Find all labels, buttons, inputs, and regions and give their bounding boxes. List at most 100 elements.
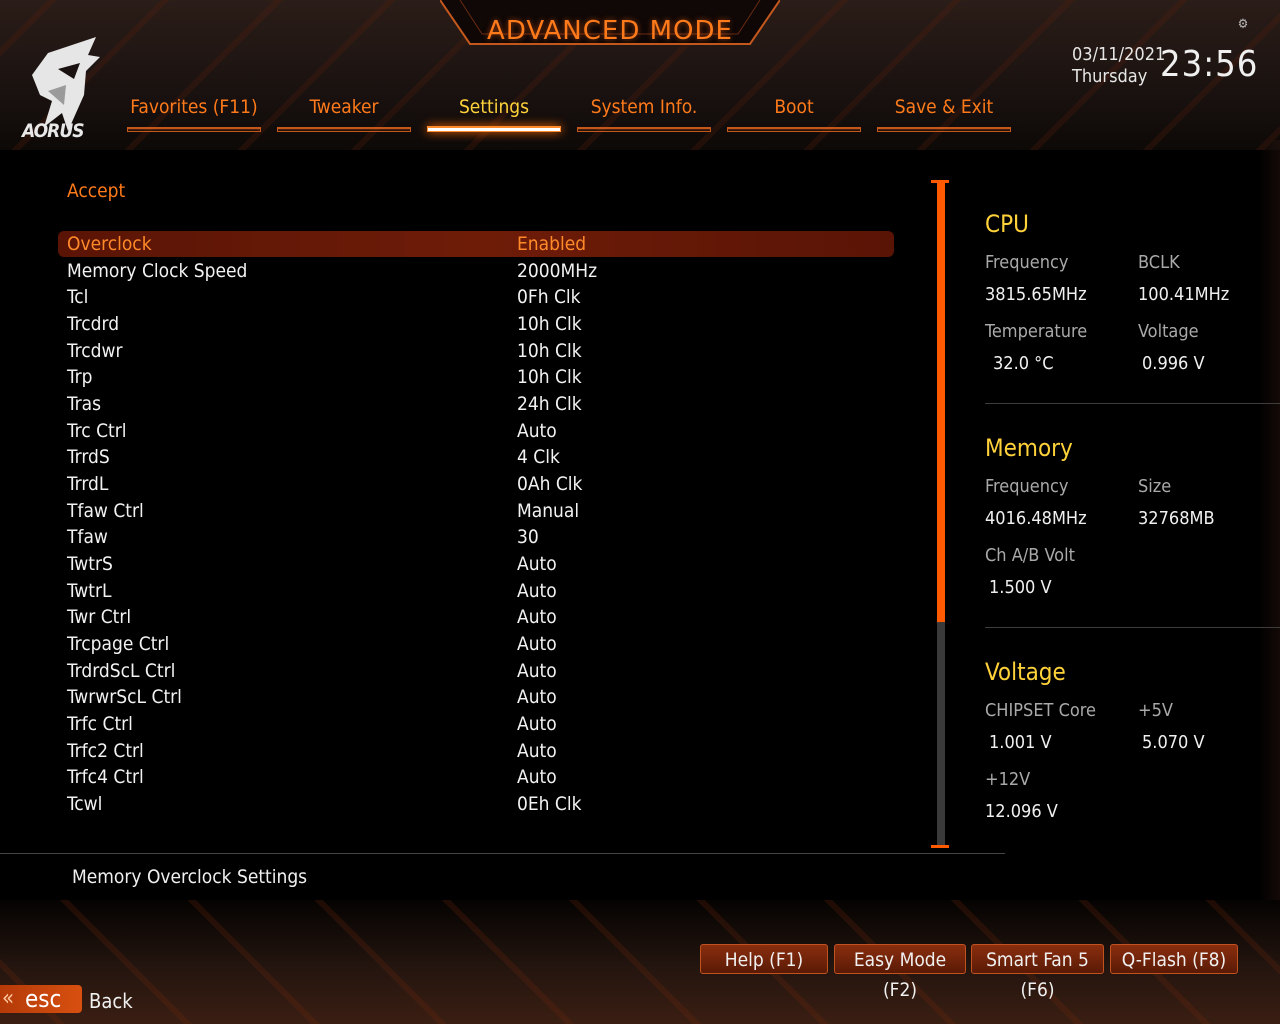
setting-label: Tcl (67, 286, 89, 308)
setting-row-twtrl[interactable]: TwtrL Auto (58, 578, 894, 604)
setting-row-tfaw-ctrl[interactable]: Tfaw Ctrl Manual (58, 498, 894, 524)
setting-value[interactable]: 30 (517, 524, 539, 550)
tab-favorites[interactable]: Favorites (F11) (127, 96, 261, 132)
setting-row-tras[interactable]: Tras 24h Clk (58, 391, 894, 417)
setting-row-trp[interactable]: Trp 10h Clk (58, 364, 894, 390)
memory-frequency-value: 4016.48MHz (985, 508, 1087, 529)
setting-row-trfc2-ctrl[interactable]: Trfc2 Ctrl Auto (58, 738, 894, 764)
setting-label: TwtrL (67, 580, 112, 602)
setting-value[interactable]: Auto (517, 711, 557, 737)
setting-value[interactable]: Auto (517, 658, 557, 684)
setting-row-trrdl[interactable]: TrrdL 0Ah Clk (58, 471, 894, 497)
setting-value[interactable]: 10h Clk (517, 364, 582, 390)
setting-value[interactable]: Manual (517, 498, 579, 524)
tab-tweaker[interactable]: Tweaker (277, 96, 411, 132)
date-text: 03/11/2021 (1072, 44, 1166, 65)
setting-row-tcl[interactable]: Tcl 0Fh Clk (58, 284, 894, 310)
help-button[interactable]: Help (F1) (700, 944, 828, 974)
setting-label: Overclock (67, 233, 152, 255)
tab-save-exit[interactable]: Save & Exit (877, 96, 1011, 132)
setting-row-trfc4-ctrl[interactable]: Trfc4 Ctrl Auto (58, 764, 894, 790)
setting-value[interactable]: Auto (517, 578, 557, 604)
setting-value[interactable]: Enabled (517, 231, 586, 257)
setting-label: Twr Ctrl (67, 606, 132, 628)
setting-row-tcwl[interactable]: Tcwl 0Eh Clk (58, 791, 894, 817)
tab-underline (277, 127, 411, 132)
setting-row-trcdrd[interactable]: Trcdrd 10h Clk (58, 311, 894, 337)
setting-value[interactable]: Auto (517, 551, 557, 577)
setting-label: TwrwrScL Ctrl (67, 686, 182, 708)
setting-label: Tras (67, 393, 102, 415)
setting-value[interactable]: 0Eh Clk (517, 791, 582, 817)
tab-system-info[interactable]: System Info. (577, 96, 711, 132)
setting-row-tfaw[interactable]: Tfaw 30 (58, 524, 894, 550)
tab-underline (427, 126, 561, 132)
setting-row-overclock[interactable]: Overclock Enabled (58, 231, 894, 257)
memory-section-title: Memory (985, 434, 1073, 462)
tab-label: Settings (458, 96, 530, 118)
scrollbar-cap-bottom (931, 845, 949, 848)
setting-value[interactable]: Auto (517, 764, 557, 790)
setting-value[interactable]: Auto (517, 604, 557, 630)
cpu-frequency-label: Frequency (985, 252, 1069, 273)
side-texture (1258, 140, 1280, 900)
setting-label: Tcwl (67, 793, 103, 815)
easy-mode-button[interactable]: Easy Mode (F2) (834, 944, 966, 1001)
gear-icon[interactable]: ⚙ (1236, 18, 1250, 32)
chipset-core-label: CHIPSET Core (985, 700, 1097, 721)
cpu-voltage-value: 0.996 V (1142, 353, 1205, 374)
setting-row-twtrs[interactable]: TwtrS Auto (58, 551, 894, 577)
setting-value[interactable]: Auto (517, 631, 557, 657)
setting-value[interactable]: 0Ah Clk (517, 471, 582, 497)
panel-divider (985, 627, 1280, 628)
setting-row-trc-ctrl[interactable]: Trc Ctrl Auto (58, 418, 894, 444)
panel-divider (985, 403, 1280, 404)
setting-label: Trcdwr (67, 340, 123, 362)
setting-label: Trfc2 Ctrl (67, 740, 144, 762)
scrollbar-thumb[interactable] (937, 182, 945, 622)
plus12v-value: 12.096 V (985, 801, 1058, 822)
memory-frequency-label: Frequency (985, 476, 1069, 497)
setting-row-trcpage-ctrl[interactable]: Trcpage Ctrl Auto (58, 631, 894, 657)
setting-label: TrrdL (67, 473, 109, 495)
cpu-frequency-value: 3815.65MHz (985, 284, 1087, 305)
setting-value[interactable]: 10h Clk (517, 338, 582, 364)
setting-label: Tfaw Ctrl (67, 500, 144, 522)
cpu-voltage-label: Voltage (1138, 321, 1199, 342)
plus12v-label: +12V (985, 769, 1031, 790)
esc-back-button[interactable]: « esc Back (0, 985, 160, 1015)
memory-chab-volt-label: Ch A/B Volt (985, 545, 1075, 566)
setting-row-trfc-ctrl[interactable]: Trfc Ctrl Auto (58, 711, 894, 737)
setting-row-memory-clock-speed[interactable]: Memory Clock Speed 2000MHz (58, 258, 894, 284)
setting-value[interactable]: Auto (517, 684, 557, 710)
cpu-section-title: CPU (985, 210, 1029, 238)
setting-row-twr-ctrl[interactable]: Twr Ctrl Auto (58, 604, 894, 630)
tab-underline (127, 127, 261, 132)
tab-boot[interactable]: Boot (727, 96, 861, 132)
setting-value[interactable]: 0Fh Clk (517, 284, 581, 310)
cpu-bclk-label: BCLK (1138, 252, 1180, 273)
cpu-temperature-value: 32.0 °C (993, 353, 1054, 374)
clock-time: 23:56 (1160, 44, 1259, 85)
setting-row-twrwrscl-ctrl[interactable]: TwrwrScL Ctrl Auto (58, 684, 894, 710)
tab-label: System Info. (590, 96, 698, 118)
setting-value[interactable]: 24h Clk (517, 391, 582, 417)
setting-label: Trc Ctrl (67, 420, 127, 442)
setting-label: Trfc Ctrl (67, 713, 133, 735)
voltage-section-title: Voltage (985, 658, 1066, 686)
setting-value[interactable]: 4 Clk (517, 444, 560, 470)
q-flash-button[interactable]: Q-Flash (F8) (1110, 944, 1238, 974)
tab-settings[interactable]: Settings (427, 96, 561, 132)
logo-wordmark: AORUS (22, 120, 85, 142)
setting-value[interactable]: Auto (517, 418, 557, 444)
smart-fan-button[interactable]: Smart Fan 5 (F6) (971, 944, 1104, 1001)
setting-value[interactable]: 2000MHz (517, 258, 597, 284)
cpu-temperature-label: Temperature (985, 321, 1088, 342)
setting-row-trcdwr[interactable]: Trcdwr 10h Clk (58, 338, 894, 364)
setting-value[interactable]: 10h Clk (517, 311, 582, 337)
date-display: 03/11/2021 Thursday (1072, 44, 1165, 88)
setting-value[interactable]: Auto (517, 738, 557, 764)
setting-row-trdrdscl-ctrl[interactable]: TrdrdScL Ctrl Auto (58, 658, 894, 684)
accept-link[interactable]: Accept (67, 180, 125, 202)
setting-row-trrds[interactable]: TrrdS 4 Clk (58, 444, 894, 470)
